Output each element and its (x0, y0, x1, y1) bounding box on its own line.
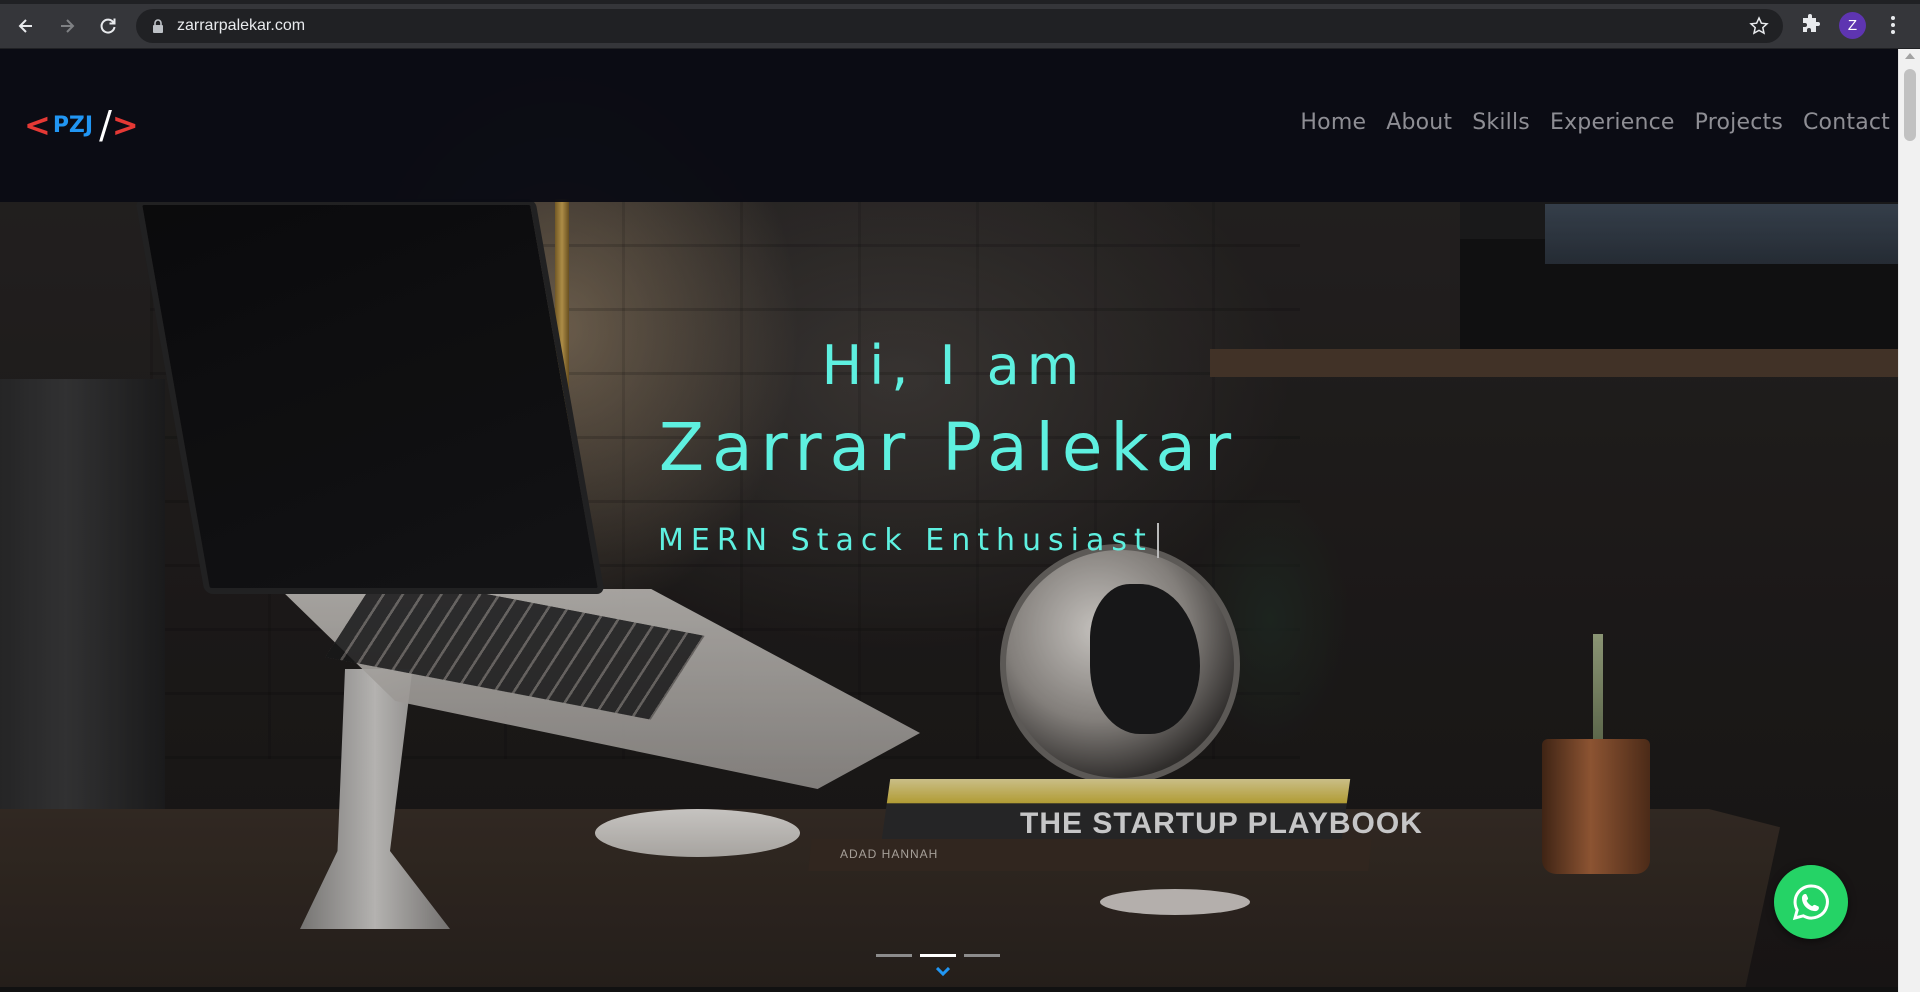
kebab-menu-icon[interactable] (1883, 13, 1903, 37)
tab-strip-edge (0, 0, 1920, 4)
carousel-indicators (876, 954, 1000, 957)
address-bar[interactable]: zarrarpalekar.com (136, 9, 1783, 43)
logo-text: PZJ (52, 112, 94, 138)
site-logo[interactable]: < PZJ / > (24, 103, 139, 147)
hero-greeting: Hi, I am (821, 334, 1087, 397)
scroll-up-arrow[interactable] (1905, 53, 1915, 59)
url-text[interactable]: zarrarpalekar.com (177, 17, 305, 35)
reload-button[interactable] (93, 11, 123, 41)
nav-contact[interactable]: Contact (1803, 110, 1890, 135)
nav-skills[interactable]: Skills (1472, 110, 1530, 135)
carousel-indicator[interactable] (876, 954, 912, 957)
scrollbar[interactable] (1898, 49, 1920, 992)
hero-name: Zarrar Palekar (658, 409, 1240, 486)
browser-toolbar: zarrarpalekar.com Z (0, 0, 1920, 49)
page-viewport: ADAD HANNAH THE STARTUP PLAYBOOK < PZJ /… (0, 49, 1898, 992)
nav-projects[interactable]: Projects (1695, 110, 1783, 135)
nav-about[interactable]: About (1386, 110, 1452, 135)
hero-role-typed: MERN Stack Enthusiast (658, 523, 1159, 558)
arrow-right-icon (61, 19, 75, 33)
back-button[interactable] (11, 11, 41, 41)
carousel-indicator-active[interactable] (920, 954, 956, 957)
profile-avatar[interactable]: Z (1839, 12, 1866, 39)
logo-close-bracket: > (111, 106, 139, 144)
logo-open-bracket: < (24, 106, 51, 144)
main-menu: Home About Skills Experience Projects Co… (1300, 110, 1890, 135)
star-icon[interactable] (1749, 16, 1769, 36)
arrow-left-icon (18, 19, 32, 33)
site-navbar: < PZJ / > Home About Skills Experience P… (0, 49, 1898, 202)
puzzle-icon[interactable] (1799, 13, 1823, 37)
whatsapp-button[interactable] (1774, 865, 1848, 939)
carousel-indicator[interactable] (964, 954, 1000, 957)
page-bottom-edge (0, 987, 1898, 992)
whatsapp-icon (1792, 884, 1829, 921)
forward-button[interactable] (52, 11, 82, 41)
chevron-down-icon[interactable] (936, 967, 950, 977)
nav-home[interactable]: Home (1300, 110, 1366, 135)
nav-experience[interactable]: Experience (1550, 110, 1675, 135)
scrollbar-thumb[interactable] (1904, 69, 1916, 141)
logo-slash: / (99, 103, 112, 147)
reload-icon (100, 18, 116, 34)
lock-icon (153, 19, 163, 33)
